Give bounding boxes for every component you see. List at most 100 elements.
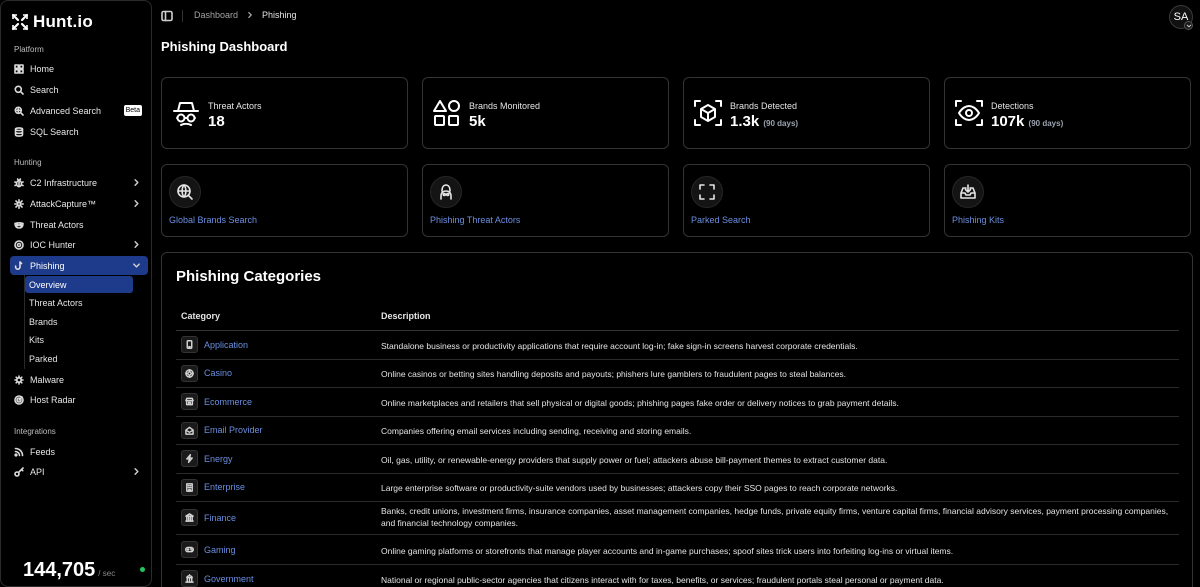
stat-number: 18 — [208, 113, 225, 130]
sidebar-subitem-kits[interactable]: Kits — [25, 331, 133, 348]
sidebar-item-host-radar[interactable]: Host Radar — [10, 390, 148, 409]
chevron-right-icon — [134, 468, 139, 475]
live-status-dot — [140, 567, 146, 572]
category-link[interactable]: Energy — [204, 454, 233, 464]
stat-value: 1.3k (90 days) — [730, 113, 798, 130]
sidebar-item-c2-infrastructure[interactable]: C2 Infrastructure — [10, 173, 148, 192]
category-link[interactable]: Government — [204, 574, 254, 584]
link-card-global-brands-search[interactable]: Global Brands Search — [161, 164, 408, 237]
logo-icon — [11, 13, 29, 31]
sidebar-item-advanced-search[interactable]: Advanced Search Beta — [10, 101, 148, 120]
table-row[interactable]: Ecommerce Online marketplaces and retail… — [176, 388, 1179, 417]
link-label[interactable]: Phishing Threat Actors — [430, 215, 520, 225]
category-description: Oil, gas, utility, or renewable-energy p… — [381, 455, 888, 465]
table-row[interactable]: Application Standalone business or produ… — [176, 331, 1179, 360]
link-icon-wrap — [691, 176, 723, 208]
stat-label: Brands Detected — [730, 101, 798, 111]
sidebar-subitem-overview[interactable]: Overview — [25, 276, 133, 293]
sidebar-subitem-threat-actors[interactable]: Threat Actors — [25, 294, 133, 311]
sidebar-item-label: Advanced Search — [30, 105, 102, 116]
category-link[interactable]: Gaming — [204, 545, 236, 555]
category-link[interactable]: Enterprise — [204, 482, 245, 492]
link-label[interactable]: Global Brands Search — [169, 215, 257, 225]
tray-download-icon — [960, 184, 976, 199]
category-description: Banks, credit unions, investment firms, … — [381, 506, 1169, 528]
table-row[interactable]: Government National or regional public-s… — [176, 565, 1179, 587]
chip-icon — [185, 369, 194, 378]
sidebar-item-api[interactable]: API — [10, 462, 148, 481]
sidebar-item-label: Threat Actors — [30, 219, 84, 230]
store-icon — [185, 397, 194, 406]
page-title: Phishing Dashboard — [161, 39, 288, 54]
sidebar-subitem-brands[interactable]: Brands — [25, 313, 133, 330]
category-icon-box — [181, 541, 198, 558]
globe-search-icon — [177, 184, 193, 200]
category-link[interactable]: Casino — [204, 368, 232, 378]
table-row[interactable]: Gaming Online gaming platforms or storef… — [176, 535, 1179, 565]
shapes-icon — [433, 100, 460, 126]
fishhook-icon — [14, 260, 23, 270]
events-per-second-counter: 144,705 / sec — [23, 559, 146, 582]
category-description: Large enterprise software or productivit… — [381, 483, 898, 493]
sidebar-item-label: Malware — [30, 374, 65, 385]
counter-value: 144,705 — [23, 559, 96, 581]
link-label[interactable]: Parked Search — [691, 215, 751, 225]
category-icon-box — [181, 336, 198, 353]
table-row[interactable]: Email Provider Companies offering email … — [176, 417, 1179, 445]
table-row[interactable]: Casino Online casinos or betting sites h… — [176, 360, 1179, 388]
database-icon — [14, 126, 24, 137]
link-card-phishing-kits[interactable]: Phishing Kits — [944, 164, 1191, 237]
breadcrumb-dashboard[interactable]: Dashboard — [194, 10, 238, 20]
avatar-menu-badge[interactable] — [1184, 21, 1193, 30]
stat-label: Threat Actors — [208, 101, 262, 111]
brand-logo[interactable]: Hunt.io — [11, 12, 93, 32]
stat-value: 18 — [208, 113, 225, 130]
category-icon-box — [181, 479, 198, 496]
sidebar-item-label: Phishing — [30, 260, 65, 271]
sidebar-item-label: Search — [30, 84, 59, 95]
category-description: Online casinos or betting sites handling… — [381, 369, 846, 379]
sidebar-item-attackcapture[interactable]: AttackCapture™ — [10, 194, 148, 213]
category-link[interactable]: Application — [204, 340, 248, 350]
building-icon — [186, 483, 193, 492]
key-icon — [14, 466, 24, 477]
chevron-down-icon — [1186, 24, 1191, 27]
category-link[interactable]: Finance — [204, 513, 236, 523]
table-row[interactable]: Enterprise Large enterprise software or … — [176, 474, 1179, 502]
sidebar-item-sql-search[interactable]: SQL Search — [10, 122, 148, 141]
link-card-parked-search[interactable]: Parked Search — [683, 164, 930, 237]
chevron-right-icon — [248, 11, 252, 19]
category-link[interactable]: Ecommerce — [204, 397, 252, 407]
sidebar-subitem-parked[interactable]: Parked — [25, 350, 133, 367]
search-icon — [14, 85, 24, 95]
table-row[interactable]: Energy Oil, gas, utility, or renewable-e… — [176, 445, 1179, 474]
sidebar-item-ioc-hunter[interactable]: IOC Hunter — [10, 235, 148, 254]
sidebar-item-label: AttackCapture™ — [30, 198, 97, 209]
section-label-platform: Platform — [14, 45, 44, 54]
mail-open-icon — [185, 426, 194, 435]
category-icon-box — [181, 570, 198, 587]
section-label-integrations: Integrations — [14, 427, 56, 436]
sidebar-item-feeds[interactable]: Feeds — [10, 442, 148, 461]
sidebar-item-threat-actors[interactable]: Threat Actors — [10, 215, 148, 234]
sidebar-item-malware[interactable]: Malware — [10, 370, 148, 389]
sidebar-item-home[interactable]: Home — [10, 59, 148, 78]
sidebar-item-search[interactable]: Search — [10, 80, 148, 99]
category-icon-box — [181, 509, 198, 526]
gear-icon — [14, 198, 24, 209]
sidebar-item-phishing[interactable]: Phishing — [10, 256, 148, 275]
stat-number: 1.3k — [730, 113, 760, 130]
link-label[interactable]: Phishing Kits — [952, 215, 1004, 225]
chevron-right-icon — [134, 179, 139, 186]
radar-icon — [14, 394, 24, 405]
bank-icon — [185, 513, 194, 522]
table-row[interactable]: Finance Banks, credit unions, investment… — [176, 502, 1179, 535]
stat-card-threat-actors: Threat Actors 18 — [161, 77, 408, 149]
category-link[interactable]: Email Provider — [204, 425, 263, 435]
link-card-phishing-threat-actors[interactable]: Phishing Threat Actors — [422, 164, 669, 237]
section-label-hunting: Hunting — [14, 158, 42, 167]
counter-unit: / sec — [98, 569, 116, 578]
radar-icon — [14, 239, 24, 250]
sidebar-toggle-icon[interactable] — [161, 10, 173, 22]
category-description: Online marketplaces and retailers that s… — [381, 398, 899, 408]
